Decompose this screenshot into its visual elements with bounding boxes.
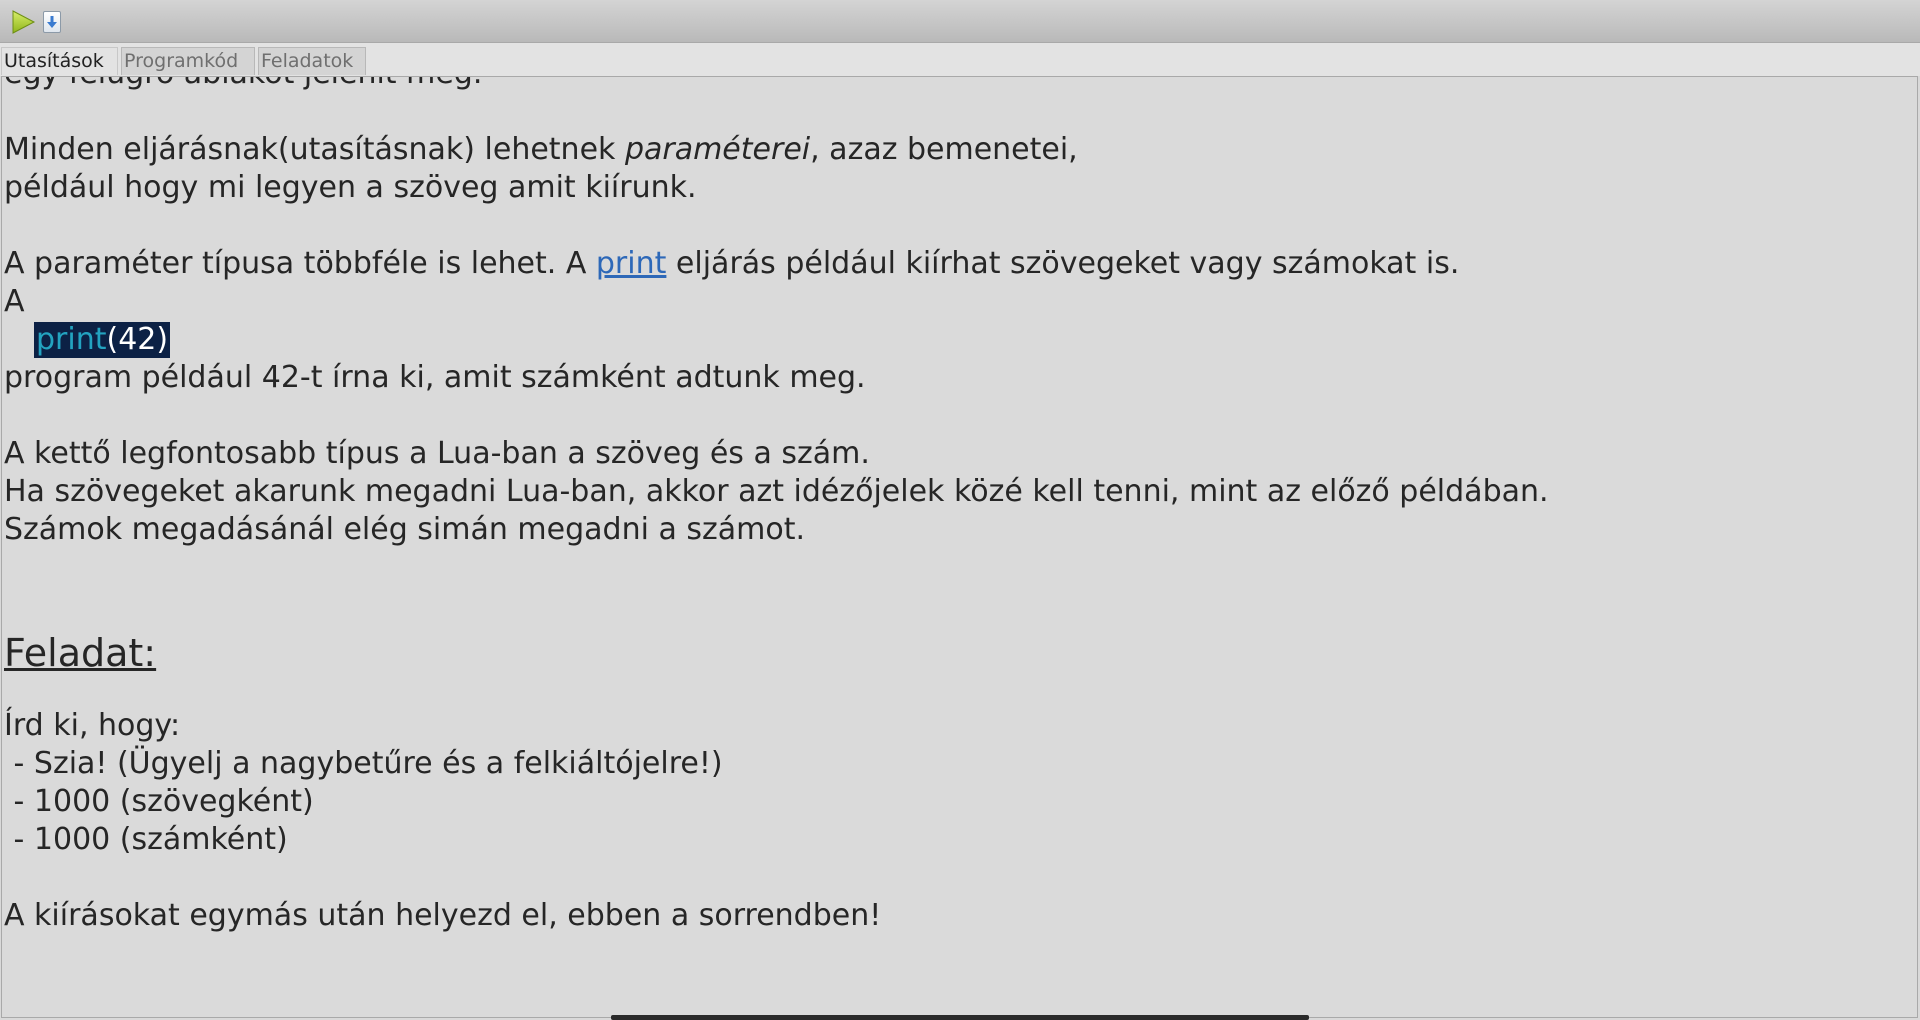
toolbar <box>0 0 1920 43</box>
text-line: Írd ki, hogy: <box>4 708 181 743</box>
text-line: program például 42-t írna ki, amit számk… <box>4 360 866 395</box>
text-span: , azaz bemenetei, <box>810 132 1078 167</box>
text-line: Minden eljárásnak(utasításnak) lehetnek … <box>4 131 1904 169</box>
task-item: - Szia! (Ügyelj a nagybetűre és a felkiá… <box>4 746 723 781</box>
step-button[interactable] <box>43 11 61 33</box>
code-example: print(42) <box>34 322 171 358</box>
text-line: egy felugró ablakot jelenít meg. <box>4 77 1904 93</box>
print-link[interactable]: print <box>596 246 667 281</box>
instructions-document: egy felugró ablakot jelenít meg. Minden … <box>4 77 1904 935</box>
text-line: A paraméter típusa többféle is lehet. A … <box>4 245 1904 283</box>
text-line: például hogy mi legyen a szöveg amit kií… <box>4 170 697 205</box>
code-function-name: print <box>36 322 107 357</box>
tab-feladatok[interactable]: Feladatok <box>258 47 366 75</box>
text-span: Minden eljárásnak(utasításnak) lehetnek <box>4 132 625 167</box>
task-item: - 1000 (számként) <box>4 822 288 857</box>
run-button[interactable] <box>10 9 36 35</box>
tab-bar: Utasítások Programkód Feladatok <box>0 43 1920 76</box>
text-line: A kiírásokat egymás után helyezd el, ebb… <box>4 898 882 933</box>
text-line: Számok megadásánál elég simán megadni a … <box>4 512 806 547</box>
text-line: Ha szövegeket akarunk megadni Lua-ban, a… <box>4 474 1549 509</box>
step-into-icon <box>47 16 57 28</box>
tab-programkod[interactable]: Programkód <box>121 47 255 75</box>
text-line: A <box>4 284 25 319</box>
text-span: A paraméter típusa többféle is lehet. A <box>4 246 596 281</box>
task-item: - 1000 (szövegként) <box>4 784 314 819</box>
text-span: eljárás például kiírhat szövegeket vagy … <box>666 246 1460 281</box>
play-icon <box>12 10 36 34</box>
task-heading: Feladat: <box>4 631 157 675</box>
tab-utasitasok[interactable]: Utasítások <box>1 47 118 75</box>
code-arguments: (42) <box>106 322 169 357</box>
emphasis-text: paraméterei <box>624 132 811 167</box>
horizontal-scrollbar[interactable] <box>611 1015 1309 1020</box>
code-example-line: print(42) <box>4 321 1904 359</box>
text-line: A kettő legfontosabb típus a Lua-ban a s… <box>4 436 870 471</box>
instructions-panel[interactable]: egy felugró ablakot jelenít meg. Minden … <box>1 76 1918 1018</box>
